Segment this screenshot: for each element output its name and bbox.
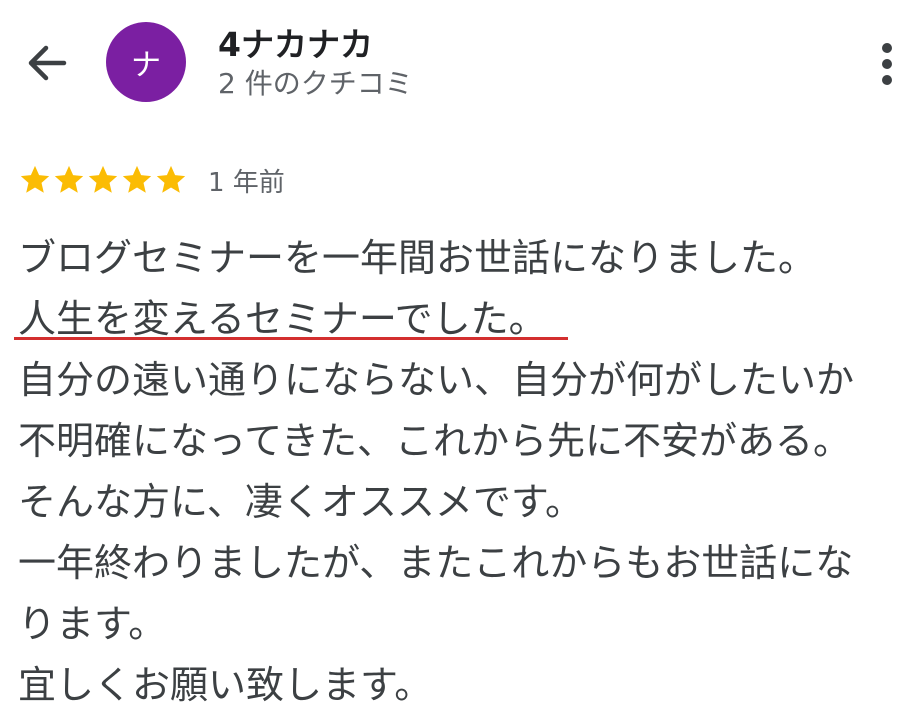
star-icon — [156, 165, 186, 193]
review-date: 1 年前 — [208, 167, 285, 198]
review-line: 自分の遠い通りにならない、自分が何がしたいか — [18, 358, 855, 402]
arrow-left-icon — [28, 45, 67, 81]
review-line: 宜しくお願い致します。 — [18, 663, 433, 707]
more-options-button[interactable] — [864, 34, 910, 94]
review-count: 2 件のクチコミ — [218, 67, 413, 100]
review-line: ブログセミナーを一年間お世話になりました。 — [18, 236, 817, 280]
avatar-letter: ナ — [131, 48, 161, 83]
back-button[interactable] — [18, 38, 74, 88]
reviewer-header: ナ 4ナカナカ 2 件のクチコミ — [0, 0, 922, 130]
review-text: ブログセミナーを一年間お世話になりました。 人生を変えるセミナーでした。 自分の… — [18, 228, 914, 716]
review-line: 一年終わりましたが、またこれからもお世話にな — [18, 541, 854, 585]
avatar[interactable]: ナ — [106, 22, 186, 102]
review-line: ります。 — [18, 602, 167, 646]
star-icon — [88, 165, 118, 193]
rating-row: 1 年前 — [18, 156, 285, 204]
review-line: そんな方に、凄くオススメです。 — [18, 480, 584, 524]
star-icon — [20, 165, 50, 193]
star-icon — [122, 165, 152, 193]
more-vert-icon — [882, 43, 892, 85]
red-underline-annotation — [14, 337, 568, 340]
reviewer-name[interactable]: 4ナカナカ — [218, 18, 373, 66]
star-icon — [54, 165, 84, 193]
review-line: 人生を変えるセミナーでした。 — [18, 297, 547, 341]
review-line: 不明確になってきた、これから先に不安がある。 — [18, 419, 851, 463]
star-rating — [18, 163, 188, 197]
